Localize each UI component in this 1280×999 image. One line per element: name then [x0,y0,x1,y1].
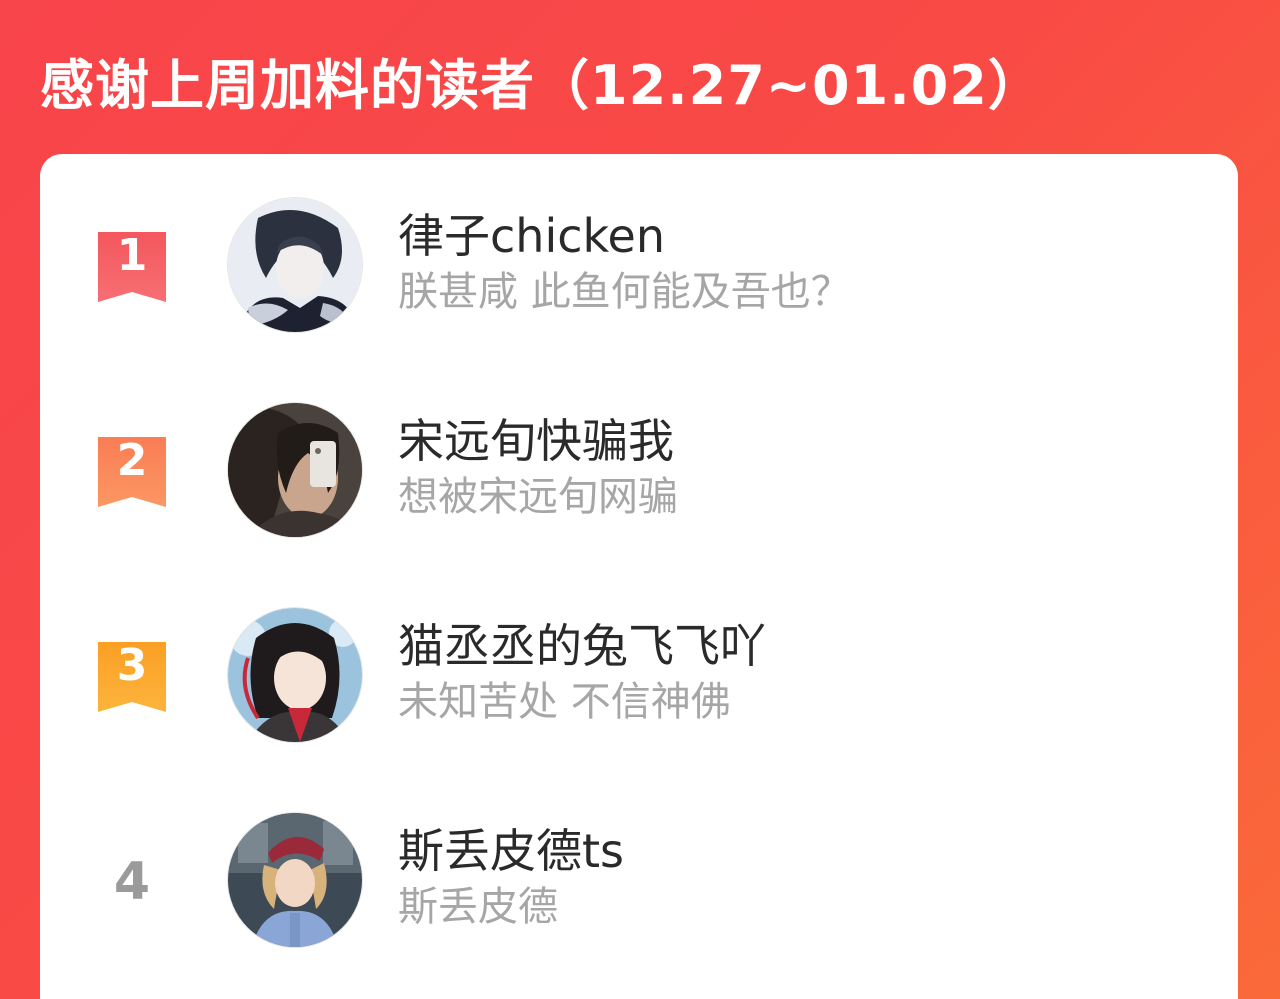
avatar-anime-man-icon[interactable] [228,198,362,332]
avatar-mirror-selfie-icon[interactable] [228,403,362,537]
readers-card: 1 律子chicken 朕甚咸 此鱼何能及吾也？ 2 宋远旬快骗我 想被宋远旬网… [40,154,1238,999]
reader-subtitle: 想被宋远旬网骗 [398,474,678,520]
reader-row-4[interactable]: 4 斯丢皮德ts 斯丢皮德 [40,807,1238,947]
reader-subtitle: 朕甚咸 此鱼何能及吾也？ [398,269,851,315]
rank-number: 3 [116,640,148,691]
rank-badge-icon: 3 [98,642,166,712]
rank-number: 2 [116,435,148,486]
rank-badge-icon: 1 [98,232,166,302]
page-title: 感谢上周加料的读者（12.27~01.02） [40,54,1043,117]
reader-row-1[interactable]: 1 律子chicken 朕甚咸 此鱼何能及吾也？ [40,192,1238,332]
reader-name[interactable]: 猫丞丞的兔飞飞吖 [398,618,766,674]
page: 感谢上周加料的读者（12.27~01.02） 1 律子chicken 朕甚咸 此… [0,0,1280,999]
rank-badge-icon: 2 [98,437,166,507]
reader-subtitle: 斯丢皮德 [398,884,558,930]
reader-subtitle: 未知苦处 不信神佛 [398,679,731,725]
reader-row-2[interactable]: 2 宋远旬快骗我 想被宋远旬网骗 [40,397,1238,537]
avatar-anime-girl-icon[interactable] [228,608,362,742]
rank-number: 1 [116,230,148,281]
reader-name[interactable]: 律子chicken [398,208,665,264]
avatar-photo-woman-icon[interactable] [228,813,362,947]
reader-name[interactable]: 斯丢皮德ts [398,823,624,879]
rank-number: 4 [113,852,151,912]
reader-name[interactable]: 宋远旬快骗我 [398,413,674,469]
reader-row-3[interactable]: 3 猫丞丞的兔飞飞吖 未知苦处 不信神佛 [40,602,1238,742]
